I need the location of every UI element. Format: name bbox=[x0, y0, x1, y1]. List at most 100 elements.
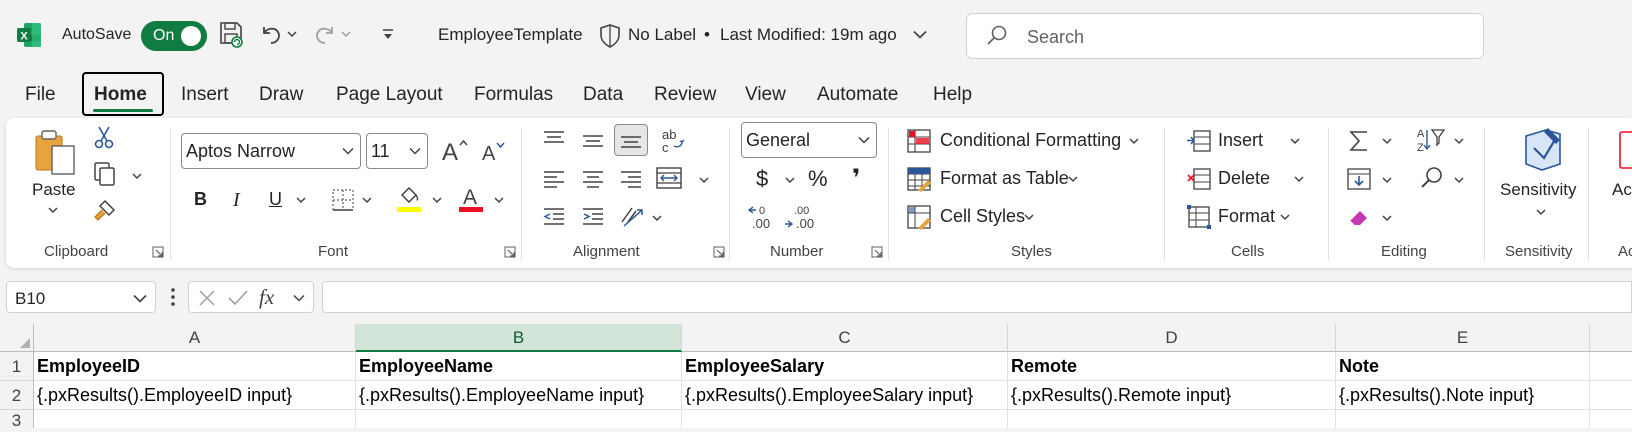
insert-function-button[interactable]: fx bbox=[259, 285, 274, 310]
font-color-icon[interactable]: A bbox=[458, 184, 484, 214]
column-header-c[interactable]: C bbox=[682, 324, 1008, 352]
increase-font-size-icon[interactable]: A bbox=[440, 136, 470, 164]
delete-cells-button[interactable]: Delete bbox=[1186, 164, 1310, 194]
currency-chevron-down-icon[interactable] bbox=[785, 176, 795, 184]
tab-insert[interactable]: Insert bbox=[181, 84, 229, 106]
find-select-chevron-down-icon[interactable] bbox=[1454, 176, 1464, 184]
sensitivity-button[interactable]: Sensitivity bbox=[1500, 124, 1584, 224]
sensitivity-label-text[interactable]: No Label bbox=[628, 25, 696, 45]
autosum-chevron-down-icon[interactable] bbox=[1382, 137, 1392, 145]
align-left-icon[interactable] bbox=[541, 168, 567, 190]
row-header-2[interactable]: 2 bbox=[0, 381, 34, 410]
customize-toolbar-icon[interactable] bbox=[381, 28, 395, 42]
tab-formulas[interactable]: Formulas bbox=[474, 84, 553, 106]
document-name[interactable]: EmployeeTemplate bbox=[438, 25, 583, 45]
cell-d2[interactable]: {.pxResults().Remote input} bbox=[1008, 381, 1336, 410]
cell-b2[interactable]: {.pxResults().EmployeeName input} bbox=[356, 381, 682, 410]
number-format-select[interactable]: General bbox=[741, 122, 877, 158]
formula-input[interactable] bbox=[322, 281, 1632, 313]
font-dialog-launcher-icon[interactable] bbox=[504, 246, 516, 258]
cut-icon[interactable] bbox=[92, 124, 116, 150]
tab-file[interactable]: File bbox=[25, 84, 56, 106]
borders-chevron-down-icon[interactable] bbox=[362, 196, 372, 204]
undo-icon[interactable] bbox=[258, 22, 284, 48]
sort-filter-icon[interactable]: AZ bbox=[1416, 126, 1448, 154]
format-as-table-button[interactable]: Format as Table bbox=[906, 164, 1106, 194]
cell-c3[interactable] bbox=[682, 410, 1008, 428]
tab-draw[interactable]: Draw bbox=[259, 84, 303, 106]
underline-chevron-down-icon[interactable] bbox=[296, 196, 306, 204]
cell-d1[interactable]: Remote bbox=[1008, 352, 1336, 381]
cancel-formula-icon[interactable] bbox=[197, 288, 217, 308]
sort-filter-chevron-down-icon[interactable] bbox=[1454, 137, 1464, 145]
enter-formula-icon[interactable] bbox=[227, 288, 249, 308]
copy-chevron-down-icon[interactable] bbox=[132, 172, 142, 180]
cell-e2[interactable]: {.pxResults().Note input} bbox=[1336, 381, 1590, 410]
autosave-toggle[interactable]: On bbox=[141, 21, 207, 51]
text-direction-chevron-down-icon[interactable] bbox=[652, 214, 662, 222]
name-box[interactable]: B10 bbox=[6, 281, 156, 313]
align-right-icon[interactable] bbox=[618, 168, 644, 190]
paste-button[interactable]: Paste bbox=[30, 128, 80, 224]
select-all-corner[interactable] bbox=[0, 324, 34, 352]
font-name-select[interactable]: Aptos Narrow bbox=[181, 133, 361, 169]
tab-page-layout[interactable]: Page Layout bbox=[336, 84, 443, 106]
borders-icon[interactable] bbox=[331, 188, 355, 212]
comma-style-button[interactable]: ❜ bbox=[852, 164, 860, 193]
fill-chevron-down-icon[interactable] bbox=[1382, 176, 1392, 184]
increase-indent-icon[interactable] bbox=[580, 206, 606, 228]
find-select-icon[interactable] bbox=[1418, 164, 1446, 192]
font-color-chevron-down-icon[interactable] bbox=[494, 196, 504, 204]
fill-icon[interactable] bbox=[1346, 166, 1372, 192]
alignment-dialog-launcher-icon[interactable] bbox=[713, 246, 725, 258]
align-middle-icon[interactable] bbox=[580, 130, 606, 152]
autosum-icon[interactable] bbox=[1346, 128, 1372, 154]
merge-center-icon[interactable] bbox=[655, 165, 683, 191]
align-center-icon[interactable] bbox=[580, 168, 606, 190]
align-top-icon[interactable] bbox=[541, 128, 567, 150]
underline-button[interactable]: U bbox=[269, 189, 282, 210]
row-header-1[interactable]: 1 bbox=[0, 352, 34, 381]
copy-icon[interactable] bbox=[92, 160, 118, 188]
text-direction-icon[interactable] bbox=[618, 202, 648, 230]
column-header-e[interactable]: E bbox=[1336, 324, 1590, 352]
tab-automate[interactable]: Automate bbox=[817, 84, 898, 106]
cell-f1[interactable] bbox=[1590, 352, 1632, 381]
format-cells-button[interactable]: Format bbox=[1186, 202, 1306, 232]
number-dialog-launcher-icon[interactable] bbox=[871, 246, 883, 258]
decrease-decimal-icon[interactable]: .00 .00 bbox=[784, 204, 814, 232]
save-icon[interactable] bbox=[218, 20, 244, 50]
tab-help[interactable]: Help bbox=[933, 84, 972, 106]
row-header-3[interactable]: 3 bbox=[0, 410, 34, 430]
insert-cells-button[interactable]: Insert bbox=[1186, 126, 1306, 156]
font-size-select[interactable]: 11 bbox=[366, 133, 428, 169]
currency-button[interactable]: $ bbox=[756, 166, 768, 192]
cell-e1[interactable]: Note bbox=[1336, 352, 1590, 381]
cell-styles-button[interactable]: Cell Styles bbox=[906, 202, 1066, 232]
cell-c2[interactable]: {.pxResults().EmployeeSalary input} bbox=[682, 381, 1008, 410]
conditional-formatting-button[interactable]: Conditional Formatting bbox=[906, 126, 1146, 156]
bold-button[interactable]: B bbox=[194, 189, 207, 210]
paste-chevron-down-icon[interactable] bbox=[48, 206, 58, 214]
clear-chevron-down-icon[interactable] bbox=[1382, 214, 1392, 222]
redo-dropdown-chevron-icon[interactable] bbox=[341, 30, 351, 38]
tab-data[interactable]: Data bbox=[583, 84, 623, 106]
cell-e3[interactable] bbox=[1336, 410, 1590, 428]
cell-d3[interactable] bbox=[1008, 410, 1336, 428]
tab-view[interactable]: View bbox=[745, 84, 786, 106]
decrease-font-size-icon[interactable]: A bbox=[480, 138, 510, 166]
cell-b3[interactable] bbox=[356, 410, 682, 428]
percent-button[interactable]: % bbox=[808, 166, 828, 192]
cell-a1[interactable]: EmployeeID bbox=[34, 352, 356, 381]
cell-a2[interactable]: {.pxResults().EmployeeID input} bbox=[34, 381, 356, 410]
increase-decimal-icon[interactable]: 0 .00 bbox=[748, 204, 776, 232]
more-options-icon[interactable] bbox=[170, 287, 176, 307]
cell-b1[interactable]: EmployeeName bbox=[356, 352, 682, 381]
overflow-button-label[interactable]: Ac bbox=[1612, 180, 1632, 200]
cell-f2[interactable] bbox=[1590, 381, 1632, 410]
undo-dropdown-chevron-icon[interactable] bbox=[287, 30, 297, 38]
fill-color-icon[interactable] bbox=[396, 184, 422, 214]
column-header-f[interactable] bbox=[1590, 324, 1632, 352]
last-modified[interactable]: Last Modified: 19m ago bbox=[720, 25, 897, 45]
format-painter-icon[interactable] bbox=[92, 198, 118, 224]
